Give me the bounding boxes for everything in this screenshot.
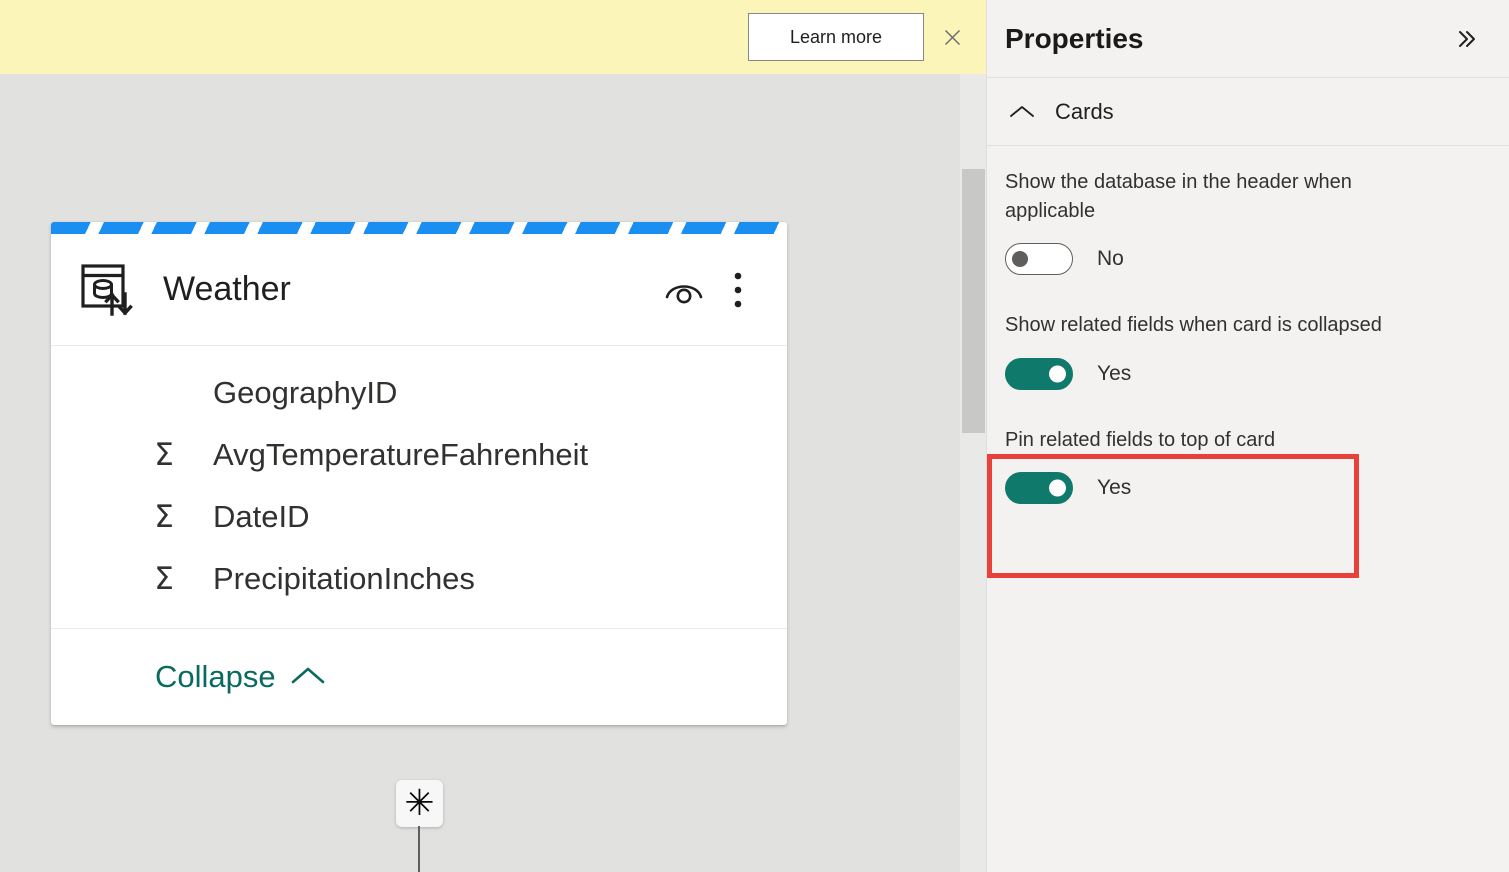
property-label: Pin related fields to top of card — [1005, 428, 1276, 451]
toggle-pin-related-fields[interactable] — [1005, 472, 1073, 505]
section-header-cards[interactable]: Cards — [987, 78, 1509, 146]
aggregate-sigma-icon: Σ — [154, 436, 174, 473]
learn-more-button[interactable]: Learn more — [748, 13, 924, 61]
toggle-row: No — [1005, 243, 1491, 276]
collapse-button[interactable]: Collapse — [155, 659, 326, 695]
property-show-database-in-header: Show the database in the header when app… — [1005, 168, 1491, 276]
toggle-knob — [1049, 479, 1066, 497]
properties-panel-header: Properties — [987, 0, 1509, 78]
field-name: GeographyID — [213, 375, 398, 410]
table-directquery-icon — [77, 259, 139, 321]
many-cardinality-badge[interactable]: ✳ — [396, 780, 443, 827]
toggle-knob — [1012, 251, 1028, 268]
field-row[interactable]: Σ PrecipitationInches — [51, 548, 787, 610]
aggregate-sigma-icon: Σ — [154, 560, 174, 597]
chevron-up-icon — [290, 659, 326, 695]
chevron-up-icon — [1005, 95, 1039, 129]
relationship-line[interactable] — [418, 826, 420, 872]
toggle-row: Yes — [1005, 357, 1491, 390]
table-card-header[interactable]: Weather — [51, 234, 787, 346]
cardinality-symbol: ✳ — [404, 782, 435, 824]
chevron-double-right-icon[interactable] — [1447, 19, 1487, 59]
aggregate-sigma-icon: Σ — [154, 498, 174, 535]
toggle-show-related-fields-collapsed[interactable] — [1005, 357, 1073, 390]
property-pin-related-fields: Pin related fields to top of card Yes — [1005, 426, 1491, 505]
toggle-show-database-in-header[interactable] — [1005, 243, 1073, 276]
section-label: Cards — [1055, 98, 1114, 124]
toggle-value-label: Yes — [1097, 361, 1132, 385]
field-row[interactable]: GeographyID — [51, 362, 787, 424]
toggle-value-label: No — [1097, 247, 1124, 271]
close-icon[interactable] — [928, 13, 976, 61]
canvas-scrollbar-track[interactable] — [960, 74, 986, 872]
toggle-value-label: Yes — [1097, 476, 1132, 500]
table-card-title: Weather — [163, 270, 291, 308]
page-title: Properties — [1005, 22, 1144, 54]
table-card-actions — [663, 269, 759, 311]
collapse-label: Collapse — [155, 659, 276, 694]
field-row[interactable]: Σ AvgTemperatureFahrenheit — [51, 424, 787, 486]
notification-banner: Learn more — [0, 0, 986, 74]
toggle-row: Yes — [1005, 472, 1491, 505]
table-card-weather[interactable]: Weather GeographyID Σ AvgTemperatureFahr… — [51, 222, 787, 725]
canvas-scrollbar-thumb[interactable] — [962, 169, 985, 433]
properties-panel: Properties Cards Show the database in th… — [986, 0, 1509, 872]
preview-eye-icon[interactable] — [663, 269, 705, 311]
card-limited-relationship-stripe — [51, 222, 787, 234]
more-vertical-icon[interactable] — [717, 269, 759, 311]
section-body-cards: Show the database in the header when app… — [987, 146, 1509, 505]
property-label: Show the database in the header when app… — [1005, 171, 1352, 222]
field-row[interactable]: Σ DateID — [51, 486, 787, 548]
field-name: PrecipitationInches — [213, 561, 475, 596]
property-label: Show related fields when card is collaps… — [1005, 314, 1382, 337]
toggle-knob — [1049, 365, 1066, 383]
model-canvas[interactable]: Learn more Weather GeographyID Σ AvgTemp… — [0, 0, 986, 872]
table-card-footer: Collapse — [51, 629, 787, 725]
property-show-related-fields-collapsed: Show related fields when card is collaps… — [1005, 311, 1491, 390]
field-name: AvgTemperatureFahrenheit — [213, 437, 589, 472]
table-card-field-list: GeographyID Σ AvgTemperatureFahrenheit Σ… — [51, 346, 787, 629]
app-root: Learn more Weather GeographyID Σ AvgTemp… — [0, 0, 1509, 872]
